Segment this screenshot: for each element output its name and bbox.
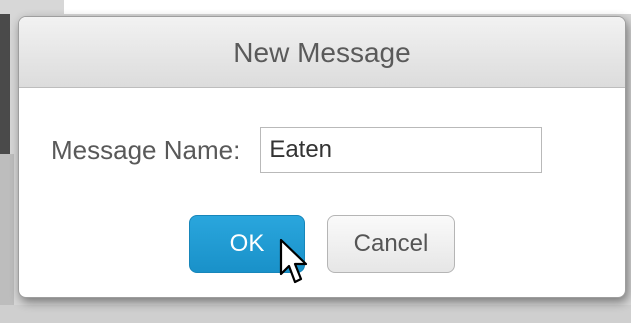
dialog-buttons: OK Cancel [189, 215, 455, 273]
dialog-header: New Message [19, 17, 625, 88]
new-message-dialog: New Message Message Name: OK Cancel [18, 16, 626, 298]
background-strip [64, 0, 631, 14]
mouse-pointer-icon [279, 238, 308, 284]
cancel-button[interactable]: Cancel [327, 215, 455, 273]
background-panel-bottom [0, 305, 631, 323]
message-name-label: Message Name: [51, 134, 241, 165]
dialog-title: New Message [233, 37, 411, 68]
background-panel [0, 154, 14, 323]
message-name-row: Message Name: [51, 127, 543, 173]
background-bar [0, 14, 10, 154]
message-name-input[interactable] [260, 127, 543, 173]
